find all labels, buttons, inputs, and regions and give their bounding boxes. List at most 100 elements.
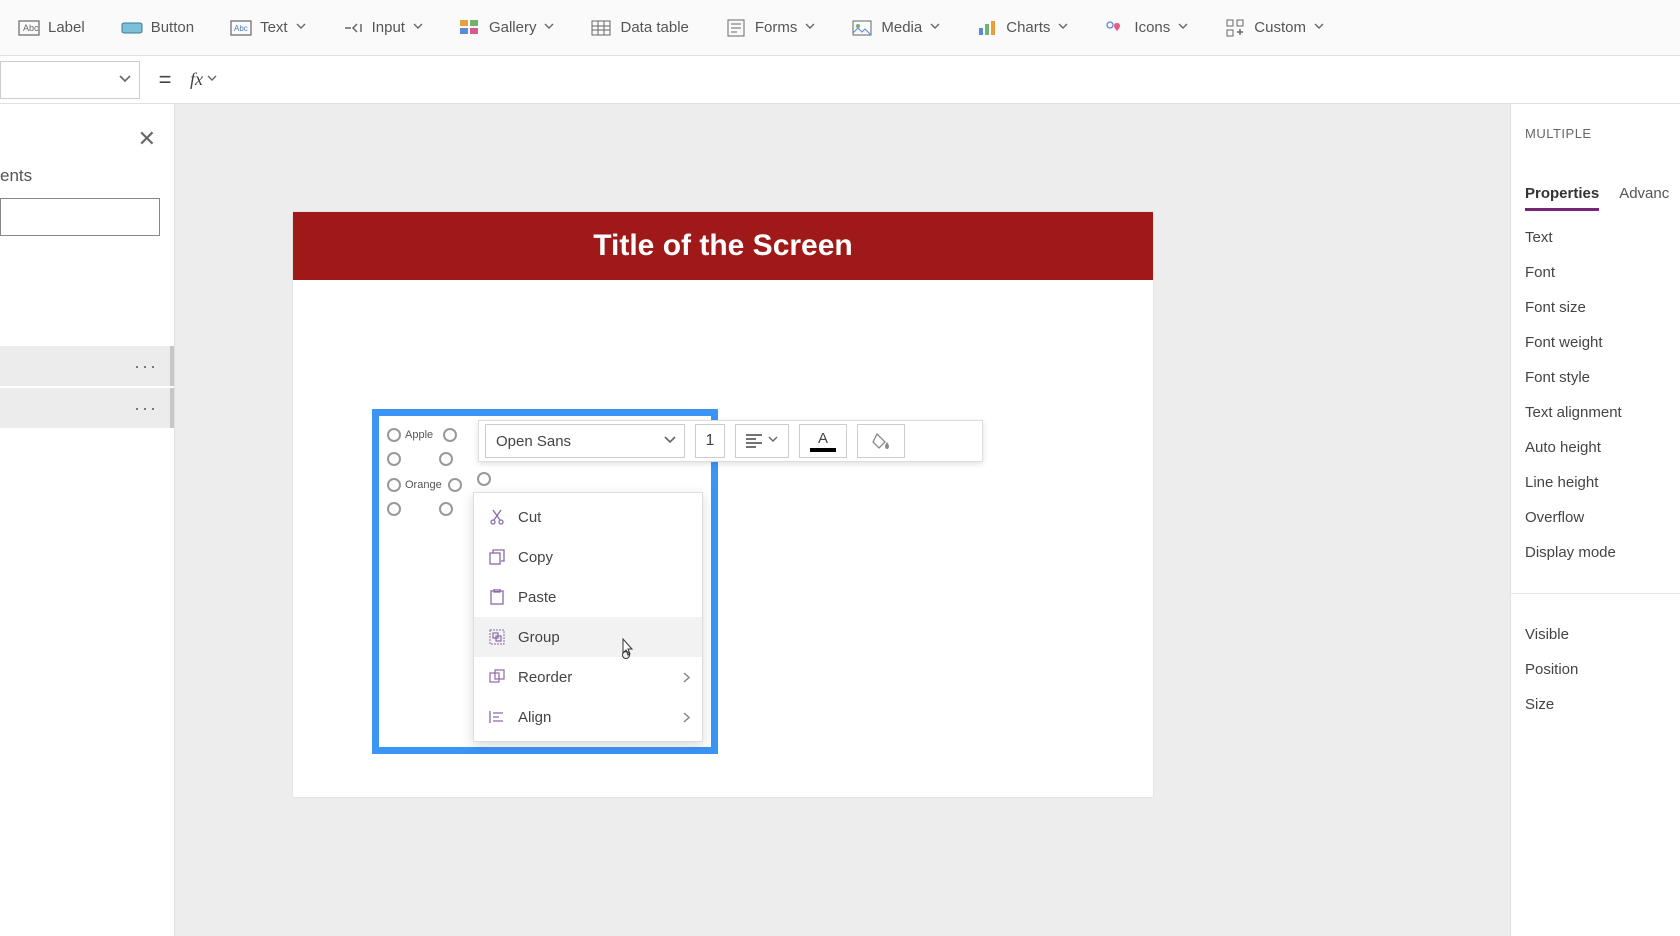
prop-text[interactable]: Text [1525,229,1680,246]
font-dropdown[interactable]: Open Sans [485,424,685,458]
properties-tabs: Properties Advanc [1525,185,1680,211]
reorder-icon [488,668,506,686]
prop-font-weight[interactable]: Font weight [1525,334,1680,351]
ribbon-text[interactable]: Abc Text [220,11,316,45]
canvas[interactable]: Title of the Screen Apple Orange [175,104,1510,936]
ctx-label: Group [518,629,560,646]
resize-handle[interactable] [477,472,491,486]
fx-button[interactable]: fx [190,69,250,90]
close-icon[interactable]: ✕ [138,126,156,152]
properties-list: Text Font Font size Font weight Font sty… [1525,229,1680,713]
ctx-reorder[interactable]: Reorder [474,657,702,697]
ctx-label: Cut [518,509,541,526]
font-color-button[interactable]: A [799,424,847,458]
left-panel-title: ents [0,166,174,198]
ctx-paste[interactable]: Paste [474,577,702,617]
ctx-align[interactable]: Align [474,697,702,737]
screen-title: Title of the Screen [293,212,1153,280]
prop-position[interactable]: Position [1525,661,1680,678]
resize-handle[interactable] [439,502,453,516]
ribbon-label[interactable]: Abc Label [8,11,95,45]
ribbon-gallery[interactable]: Gallery [449,11,565,45]
tree-item[interactable]: ··· [0,388,174,428]
font-size-input[interactable]: 1 [695,424,725,458]
formula-bar: = fx [0,56,1680,104]
chevron-down-icon [119,75,129,85]
ribbon-label-text: Forms [755,19,798,36]
svg-text:Abc: Abc [23,23,39,33]
chevron-down-icon [805,23,815,33]
label-icon: Abc [18,17,40,39]
chevron-down-icon [1314,23,1324,33]
prop-size[interactable]: Size [1525,696,1680,713]
ctx-copy[interactable]: Copy [474,537,702,577]
font-name: Open Sans [496,433,571,450]
prop-font-style[interactable]: Font style [1525,369,1680,386]
ctx-label: Reorder [518,669,572,686]
prop-overflow[interactable]: Overflow [1525,509,1680,526]
ribbon-label-text: Gallery [489,19,537,36]
media-icon [851,17,873,39]
ribbon-input[interactable]: Input [332,11,433,45]
ribbon-button[interactable]: Button [111,11,204,45]
ribbon-label-text: Text [260,19,288,36]
ribbon-media[interactable]: Media [841,11,950,45]
ribbon-label-text: Media [881,19,922,36]
ribbon-label-text: Custom [1254,19,1306,36]
forms-icon [725,17,747,39]
prop-font-size[interactable]: Font size [1525,299,1680,316]
main-area: ✕ ents ··· ··· Title of the Screen Apple [0,104,1680,936]
resize-handle[interactable] [448,478,462,492]
resize-handle[interactable] [387,478,401,492]
chevron-down-icon [413,23,423,33]
selected-label-2[interactable]: Orange [387,478,462,492]
more-icon[interactable]: ··· [134,356,158,377]
gallery-icon [459,17,481,39]
font-size-value: 1 [706,432,715,450]
ribbon-custom[interactable]: Custom [1214,11,1334,45]
ribbon-icons[interactable]: Icons [1094,11,1198,45]
color-a-icon: A [818,430,828,447]
more-icon[interactable]: ··· [134,398,158,419]
fill-color-button[interactable] [857,424,905,458]
chevron-right-icon [683,672,690,683]
property-dropdown[interactable] [0,61,140,99]
align-icon [746,434,762,448]
prop-font[interactable]: Font [1525,264,1680,281]
align-dropdown[interactable] [735,424,789,458]
ribbon-charts[interactable]: Charts [966,11,1078,45]
formula-input[interactable] [250,56,1680,103]
ribbon-forms[interactable]: Forms [715,11,826,45]
chevron-down-icon [544,23,554,33]
resize-handle[interactable] [387,502,401,516]
selected-label-1[interactable]: Apple [387,428,457,442]
chevron-down-icon [296,23,306,33]
resize-handle[interactable] [443,428,457,442]
chevron-down-icon [930,23,940,33]
ribbon-datatable[interactable]: Data table [580,11,698,45]
ctx-label: Align [518,709,551,726]
prop-visible[interactable]: Visible [1525,626,1680,643]
left-search-input[interactable] [0,198,160,236]
prop-display-mode[interactable]: Display mode [1525,544,1680,561]
context-menu: Cut Copy Paste Group Reorder Align [473,492,703,742]
svg-text:Abc: Abc [234,24,248,33]
ctx-cut[interactable]: Cut [474,497,702,537]
resize-handle[interactable] [387,452,401,466]
tab-advanced[interactable]: Advanc [1619,185,1669,211]
cut-icon [488,508,506,526]
prop-auto-height[interactable]: Auto height [1525,439,1680,456]
ctx-group[interactable]: Group [474,617,702,657]
tab-properties[interactable]: Properties [1525,185,1599,211]
prop-line-height[interactable]: Line height [1525,474,1680,491]
prop-text-alignment[interactable]: Text alignment [1525,404,1680,421]
chevron-down-icon [768,436,778,446]
resize-handle[interactable] [387,428,401,442]
text-icon: Abc [230,17,252,39]
resize-handle[interactable] [439,452,453,466]
chevron-right-icon [683,712,690,723]
equals-sign: = [140,67,190,93]
tree-item[interactable]: ··· [0,346,174,386]
selection-type: MULTIPLE [1525,126,1680,141]
properties-panel: MULTIPLE Properties Advanc Text Font Fon… [1510,104,1680,936]
